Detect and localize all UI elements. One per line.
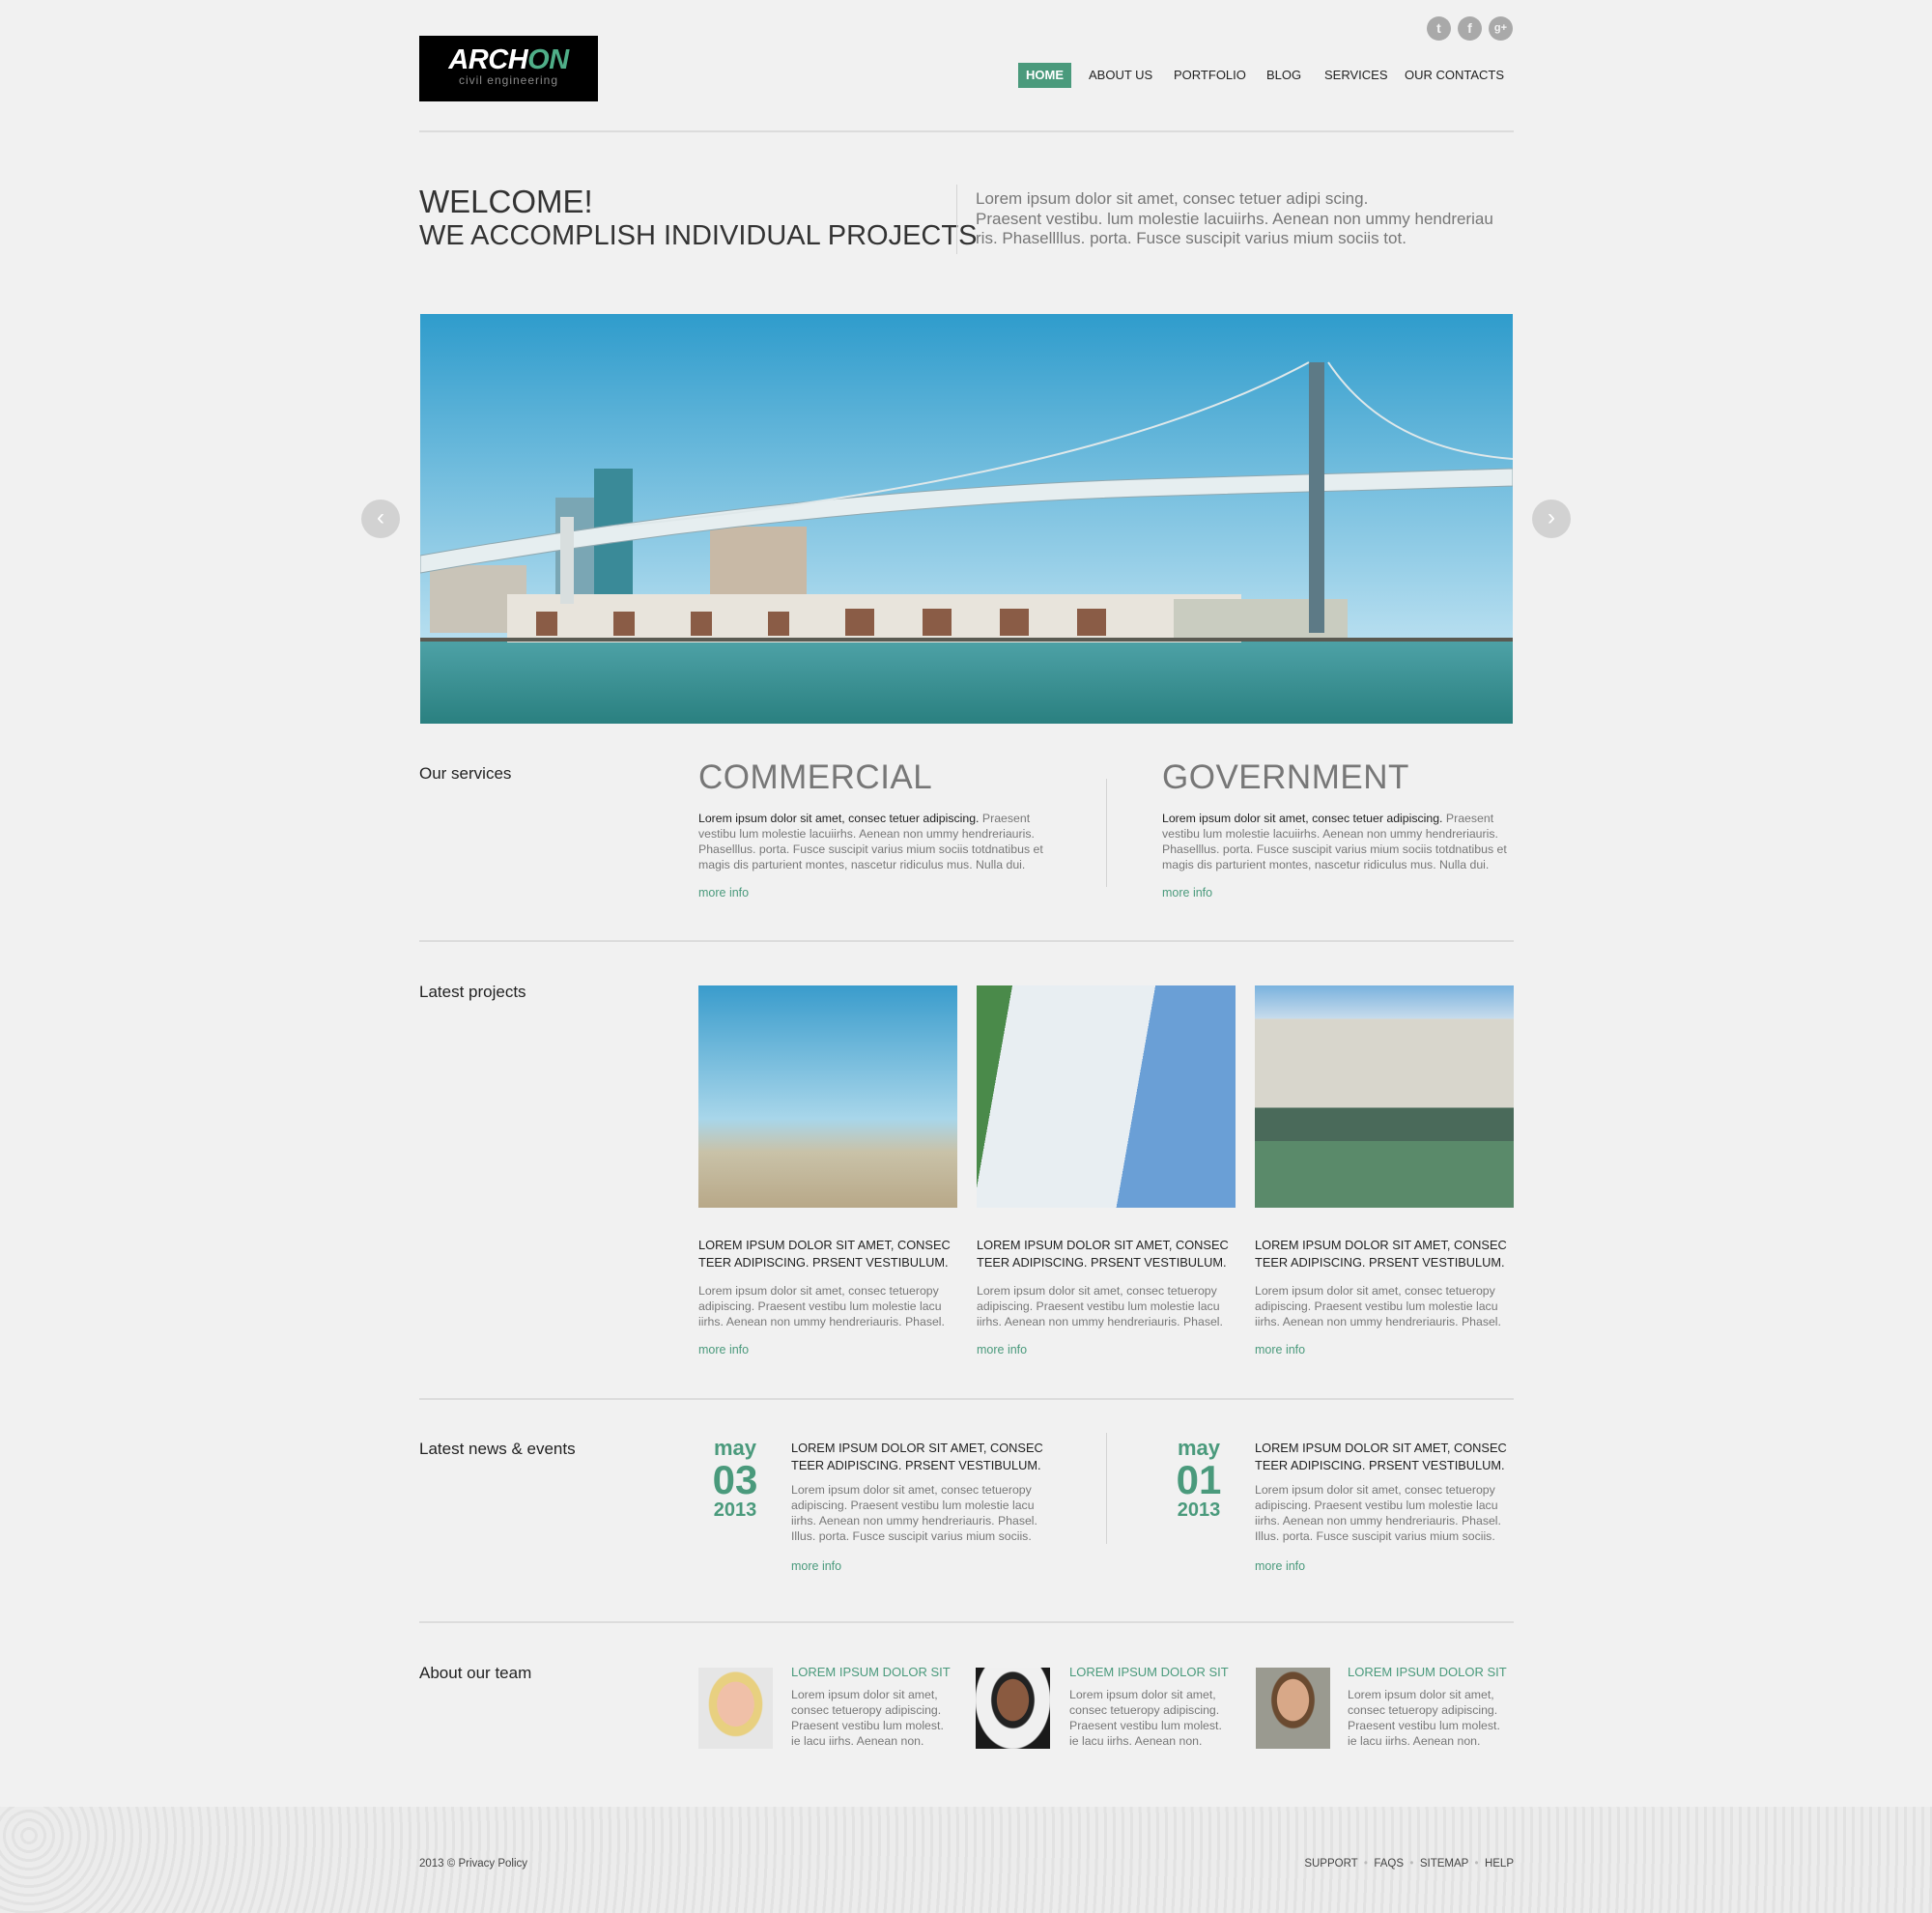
- nav-home[interactable]: HOME: [1018, 63, 1071, 88]
- nav-services[interactable]: SERVICES: [1317, 63, 1396, 88]
- footer-link-sitemap[interactable]: SITEMAP: [1420, 1858, 1468, 1870]
- project-image[interactable]: [977, 985, 1236, 1208]
- more-info-link[interactable]: more info: [1162, 886, 1520, 899]
- service-title: COMMERCIAL: [698, 758, 933, 796]
- footer: [0, 1807, 1932, 1913]
- welcome-subtitle: WE ACCOMPLISH INDIVIDUAL PROJECTS: [419, 220, 978, 251]
- service-text: Lorem ipsum dolor sit amet, consec tetue…: [1162, 812, 1507, 871]
- news-title[interactable]: LOREM IPSUM DOLOR SIT AMET, CONSEC TEER …: [1255, 1440, 1516, 1474]
- footer-link-help[interactable]: HELP: [1485, 1858, 1514, 1870]
- team-member-photo: [1256, 1668, 1330, 1749]
- project-text: Lorem ipsum dolor sit amet, consec tetue…: [698, 1284, 945, 1328]
- footer-link-faqs[interactable]: FAQS: [1374, 1858, 1404, 1870]
- facebook-icon[interactable]: f: [1458, 16, 1482, 41]
- news-title[interactable]: LOREM IPSUM DOLOR SIT AMET, CONSEC TEER …: [791, 1440, 1052, 1474]
- news-date: may 01 2013: [1176, 1436, 1222, 1521]
- footer-links: SUPPORT • FAQS • SITEMAP • HELP: [1304, 1858, 1514, 1870]
- nav-portfolio[interactable]: PORTFOLIO: [1166, 63, 1254, 88]
- news-item: LOREM IPSUM DOLOR SIT AMET, CONSEC TEER …: [1255, 1440, 1516, 1573]
- team-member-text: Lorem ipsum dolor sit amet, consec tetue…: [1069, 1688, 1222, 1748]
- footer-link-support[interactable]: SUPPORT: [1304, 1858, 1357, 1870]
- slider-prev-button[interactable]: ‹: [361, 500, 400, 538]
- footer-copyright-privacy-link[interactable]: 2013 © Privacy Policy: [419, 1858, 527, 1870]
- team-member-photo: [698, 1668, 773, 1749]
- divider: [1106, 779, 1107, 887]
- news-text: Lorem ipsum dolor sit amet, consec tetue…: [791, 1483, 1037, 1543]
- divider: [419, 130, 1514, 132]
- divider: [419, 1621, 1514, 1623]
- service-government: GOVERNMENT Lorem ipsum dolor sit amet, c…: [1162, 758, 1520, 899]
- section-label-projects: Latest projects: [419, 983, 526, 1001]
- service-text: Lorem ipsum dolor sit amet, consec tetue…: [698, 812, 1043, 871]
- project-image[interactable]: [1255, 985, 1514, 1208]
- team-member: LOREM IPSUM DOLOR SIT Lorem ipsum dolor …: [791, 1665, 955, 1749]
- team-member-text: Lorem ipsum dolor sit amet, consec tetue…: [1348, 1688, 1500, 1748]
- news-text: Lorem ipsum dolor sit amet, consec tetue…: [1255, 1483, 1501, 1543]
- separator-dot: •: [1360, 1858, 1372, 1870]
- nav-blog[interactable]: BLOG: [1259, 63, 1309, 88]
- divider: [956, 185, 957, 254]
- project-title[interactable]: LOREM IPSUM DOLOR SIT AMET, CONSEC TEER …: [698, 1237, 961, 1271]
- more-info-link[interactable]: more info: [977, 1343, 1239, 1356]
- team-member-title: LOREM IPSUM DOLOR SIT: [791, 1665, 951, 1679]
- google-plus-icon[interactable]: g+: [1489, 16, 1513, 41]
- service-title: GOVERNMENT: [1162, 758, 1409, 796]
- welcome-text: Lorem ipsum dolor sit amet, consec tetue…: [976, 189, 1493, 247]
- separator-dot: •: [1406, 1858, 1417, 1870]
- separator-dot: •: [1471, 1858, 1482, 1870]
- team-member-title: LOREM IPSUM DOLOR SIT: [1348, 1665, 1507, 1679]
- section-label-services: Our services: [419, 764, 512, 783]
- more-info-link[interactable]: more info: [791, 1559, 1052, 1573]
- service-commercial: COMMERCIAL Lorem ipsum dolor sit amet, c…: [698, 758, 1056, 899]
- slider-next-button[interactable]: ›: [1532, 500, 1571, 538]
- team-member-text: Lorem ipsum dolor sit amet, consec tetue…: [791, 1688, 944, 1748]
- logo-tagline: civil engineering: [458, 73, 559, 87]
- nav-about-us[interactable]: ABOUT US: [1081, 63, 1160, 88]
- project-image[interactable]: [698, 985, 957, 1208]
- news-item: LOREM IPSUM DOLOR SIT AMET, CONSEC TEER …: [791, 1440, 1052, 1573]
- divider: [1106, 1433, 1107, 1544]
- team-member-photo: [976, 1668, 1050, 1749]
- logo[interactable]: ARCHON civil engineering: [419, 36, 598, 101]
- divider: [419, 940, 1514, 942]
- divider: [419, 1398, 1514, 1400]
- more-info-link[interactable]: more info: [1255, 1343, 1518, 1356]
- team-member: LOREM IPSUM DOLOR SIT Lorem ipsum dolor …: [1348, 1665, 1512, 1749]
- project-text: Lorem ipsum dolor sit amet, consec tetue…: [977, 1284, 1223, 1328]
- project-text: Lorem ipsum dolor sit amet, consec tetue…: [1255, 1284, 1501, 1328]
- project-title[interactable]: LOREM IPSUM DOLOR SIT AMET, CONSEC TEER …: [977, 1237, 1239, 1271]
- news-date: may 03 2013: [712, 1436, 758, 1521]
- twitter-icon[interactable]: t: [1427, 16, 1451, 41]
- hero-slider-image: [420, 314, 1513, 724]
- project-card: LOREM IPSUM DOLOR SIT AMET, CONSEC TEER …: [698, 985, 961, 1356]
- section-label-team: About our team: [419, 1664, 532, 1682]
- nav-our-contacts[interactable]: OUR CONTACTS: [1397, 63, 1512, 88]
- team-member: LOREM IPSUM DOLOR SIT Lorem ipsum dolor …: [1069, 1665, 1234, 1749]
- section-label-news: Latest news & events: [419, 1440, 576, 1458]
- more-info-link[interactable]: more info: [1255, 1559, 1516, 1573]
- team-member-title: LOREM IPSUM DOLOR SIT: [1069, 1665, 1229, 1679]
- welcome-title: WELCOME!: [419, 184, 593, 219]
- more-info-link[interactable]: more info: [698, 886, 1056, 899]
- more-info-link[interactable]: more info: [698, 1343, 961, 1356]
- project-title[interactable]: LOREM IPSUM DOLOR SIT AMET, CONSEC TEER …: [1255, 1237, 1518, 1271]
- project-card: LOREM IPSUM DOLOR SIT AMET, CONSEC TEER …: [1255, 985, 1518, 1356]
- logo-text: ARCHON: [448, 44, 569, 75]
- project-card: LOREM IPSUM DOLOR SIT AMET, CONSEC TEER …: [977, 985, 1239, 1356]
